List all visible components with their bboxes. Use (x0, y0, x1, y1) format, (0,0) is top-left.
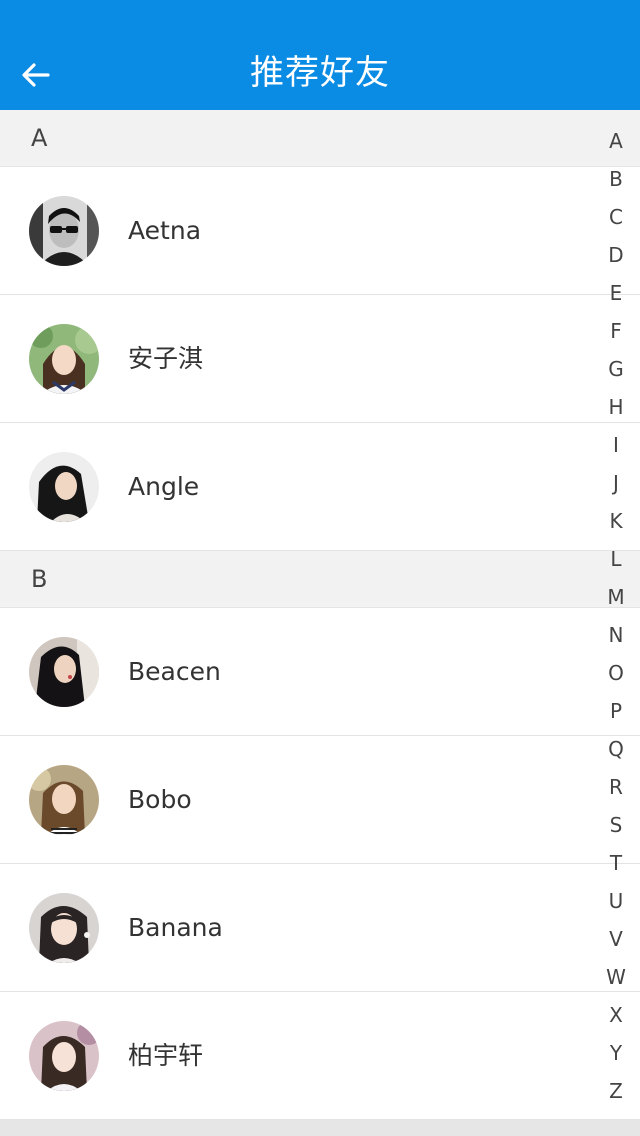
index-letter-e[interactable]: E (592, 274, 640, 312)
index-letter-p[interactable]: P (592, 692, 640, 730)
contact-name: Aetna (128, 216, 202, 245)
contact-row[interactable]: Beacen (0, 608, 640, 736)
index-letter-j[interactable]: J (592, 464, 640, 502)
page-title: 推荐好友 (250, 53, 390, 93)
index-letter-i[interactable]: I (592, 426, 640, 464)
contact-row[interactable]: 安子淇 (0, 295, 640, 423)
contact-row[interactable]: Aetna (0, 167, 640, 295)
index-letter-v[interactable]: V (592, 920, 640, 958)
contact-list: A Aetna 安子淇 Angle B Beacen Bobo Banana 柏… (0, 110, 640, 1120)
contact-name: Banana (128, 913, 223, 942)
avatar (29, 324, 99, 394)
index-letter-c[interactable]: C (592, 198, 640, 236)
contact-row[interactable]: 柏宇轩 (0, 992, 640, 1120)
index-letter-a[interactable]: A (592, 122, 640, 160)
index-letter-u[interactable]: U (592, 882, 640, 920)
index-letter-k[interactable]: K (592, 502, 640, 540)
contact-name: 安子淇 (128, 344, 204, 373)
contact-row[interactable]: Angle (0, 423, 640, 551)
index-letter-b[interactable]: B (592, 160, 640, 198)
index-letter-q[interactable]: Q (592, 730, 640, 768)
index-letter-r[interactable]: R (592, 768, 640, 806)
list-footer-strip (0, 1120, 640, 1136)
avatar (29, 196, 99, 266)
contact-row[interactable]: Banana (0, 864, 640, 992)
index-letter-z[interactable]: Z (592, 1072, 640, 1110)
alphabet-index[interactable]: ABCDEFGHIJKLMNOPQRSTUVWXYZ (592, 122, 640, 1110)
navigation-bar: 推荐好友 (0, 0, 640, 110)
avatar (29, 637, 99, 707)
index-letter-x[interactable]: X (592, 996, 640, 1034)
index-letter-d[interactable]: D (592, 236, 640, 274)
index-letter-n[interactable]: N (592, 616, 640, 654)
contact-name: 柏宇轩 (128, 1041, 204, 1070)
index-letter-f[interactable]: F (592, 312, 640, 350)
index-letter-w[interactable]: W (592, 958, 640, 996)
index-letter-y[interactable]: Y (592, 1034, 640, 1072)
section-header-b: B (0, 551, 640, 608)
avatar (29, 1021, 99, 1091)
avatar (29, 893, 99, 963)
avatar (29, 765, 99, 835)
contact-name: Angle (128, 472, 200, 501)
avatar (29, 452, 99, 522)
contact-name: Beacen (128, 657, 221, 686)
section-header-a: A (0, 110, 640, 167)
index-letter-g[interactable]: G (592, 350, 640, 388)
index-letter-h[interactable]: H (592, 388, 640, 426)
index-letter-o[interactable]: O (592, 654, 640, 692)
index-letter-t[interactable]: T (592, 844, 640, 882)
index-letter-l[interactable]: L (592, 540, 640, 578)
index-letter-s[interactable]: S (592, 806, 640, 844)
contact-name: Bobo (128, 785, 192, 814)
index-letter-m[interactable]: M (592, 578, 640, 616)
contact-row[interactable]: Bobo (0, 736, 640, 864)
